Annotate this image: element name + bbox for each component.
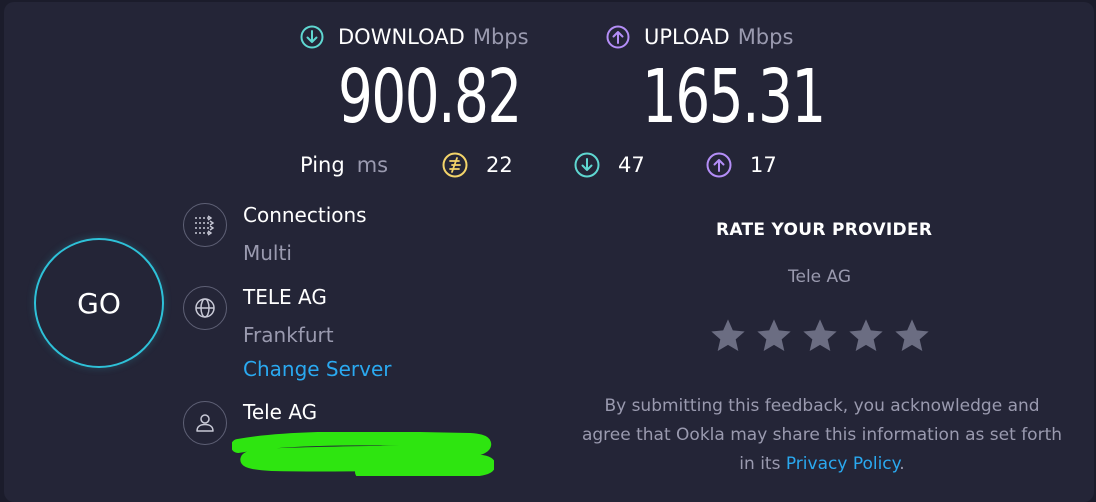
ping-label: Ping [300, 153, 345, 177]
upload-unit: Mbps [737, 25, 794, 49]
go-button[interactable]: GO [34, 238, 164, 368]
star-icon-4[interactable] [846, 316, 886, 356]
upload-label: UPLOAD [644, 25, 730, 49]
rate-title: RATE YOUR PROVIDER [716, 220, 933, 240]
ping-upload-icon [706, 152, 732, 178]
download-unit: Mbps [472, 25, 529, 49]
ping-download: 47 [574, 152, 645, 178]
ping-idle-icon [442, 152, 468, 178]
connections-value: Multi [243, 241, 292, 265]
server-location: Frankfurt [243, 323, 334, 347]
ping-download-value: 47 [618, 153, 645, 177]
download-header: DOWNLOAD Mbps [300, 24, 529, 50]
download-arrow-icon [300, 25, 324, 49]
ping-idle: 22 [442, 152, 513, 178]
connections-icon [195, 215, 215, 236]
upload-value: 165.31 [642, 54, 826, 140]
privacy-policy-link[interactable]: Privacy Policy [786, 454, 899, 474]
globe-icon-wrap [183, 286, 227, 330]
ping-idle-value: 22 [486, 153, 513, 177]
upload-arrow-icon [606, 25, 630, 49]
connections-icon-wrap [183, 203, 227, 247]
server-name: TELE AG [243, 285, 327, 309]
disclaimer-end: . [899, 454, 905, 474]
ping-upload: 17 [706, 152, 777, 178]
ping-upload-value: 17 [750, 153, 777, 177]
upload-header: UPLOAD Mbps [606, 24, 793, 50]
star-icon-2[interactable] [754, 316, 794, 356]
redaction-scribble [232, 432, 494, 476]
globe-icon [195, 298, 215, 318]
ping-label-group: Ping ms [300, 152, 388, 178]
download-value: 900.82 [338, 54, 522, 140]
ping-unit: ms [356, 153, 389, 177]
connections-title: Connections [243, 203, 367, 227]
user-icon-wrap [183, 401, 227, 445]
star-icon-5[interactable] [892, 316, 932, 356]
feedback-disclaimer: By submitting this feedback, you acknowl… [580, 392, 1064, 479]
star-icon-3[interactable] [800, 316, 840, 356]
download-label: DOWNLOAD [338, 25, 465, 49]
provider-name: Tele AG [243, 400, 318, 424]
rate-provider-name: Tele AG [788, 267, 852, 287]
change-server-link[interactable]: Change Server [243, 357, 392, 381]
rating-stars [708, 316, 932, 356]
star-icon-1[interactable] [708, 316, 748, 356]
user-icon [196, 414, 214, 432]
ping-download-icon [574, 152, 600, 178]
